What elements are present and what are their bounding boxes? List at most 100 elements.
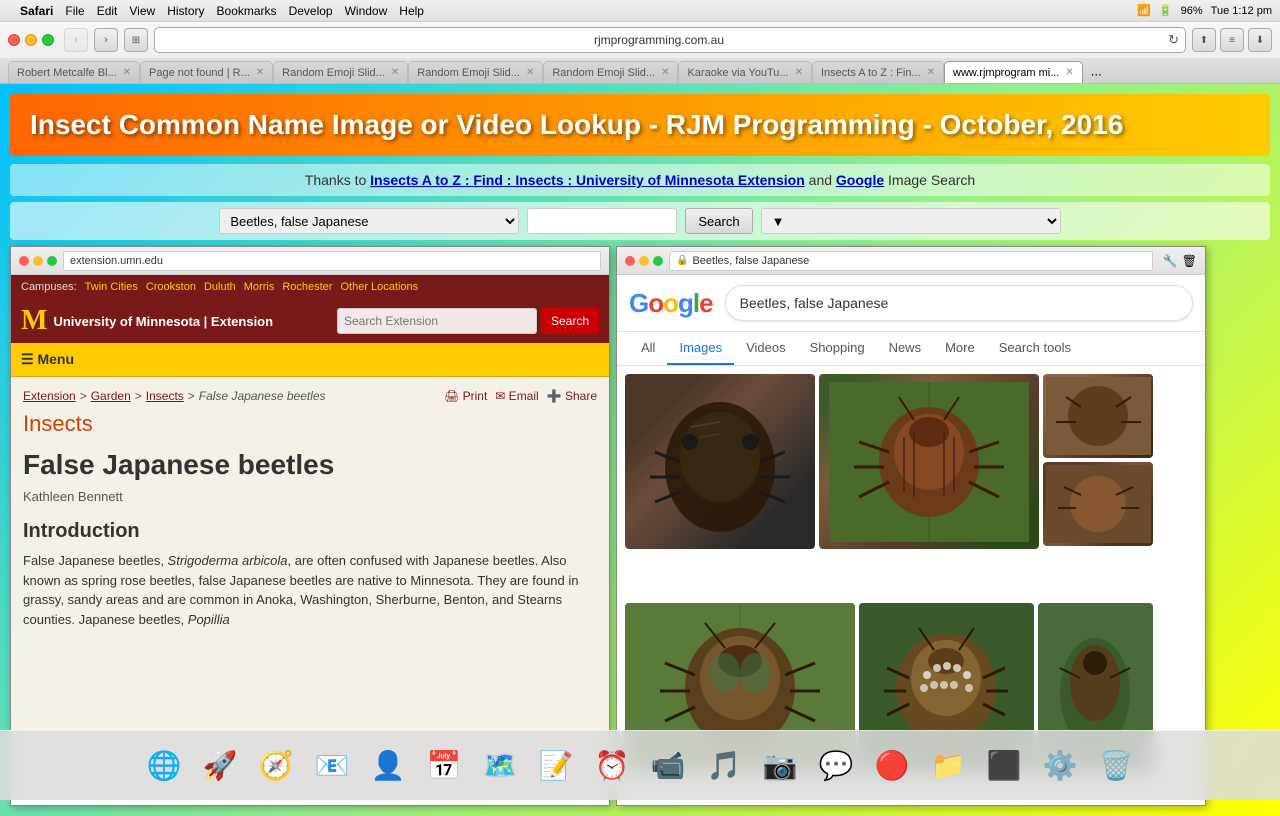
tab-0[interactable]: Robert Metcalfe Bl...✕ (8, 61, 140, 83)
dock-maps[interactable]: 🗺️ (474, 740, 526, 792)
dock-notes[interactable]: 📝 (530, 740, 582, 792)
tab-label: Random Emoji Slid... (282, 67, 385, 79)
dock-safari[interactable]: 🧭 (250, 740, 302, 792)
google-link[interactable]: Google (836, 172, 884, 188)
google-tab-more[interactable]: More (933, 332, 987, 365)
tab-2[interactable]: Random Emoji Slid... ✕ (273, 61, 408, 83)
print-action[interactable]: 🖨 Print (444, 389, 487, 403)
campus-crookston[interactable]: Crookston (146, 281, 196, 293)
dock-calendar[interactable]: 📅 (418, 740, 470, 792)
search-input[interactable] (527, 208, 677, 234)
google-search-box[interactable]: Beetles, false Japanese (725, 285, 1193, 321)
download-button[interactable]: ⬇ (1248, 28, 1272, 52)
tab-1[interactable]: Page not found | R...✕ (140, 61, 273, 83)
menu-file[interactable]: File (65, 4, 84, 18)
umn-menu-bar[interactable]: ☰ Menu (11, 343, 609, 377)
right-url-bar[interactable]: 🔒 Beetles, false Japanese (669, 251, 1153, 271)
breadcrumb-insects[interactable]: Insects (146, 389, 184, 403)
tab-view-button[interactable]: ⊞ (124, 28, 148, 52)
campus-other[interactable]: Other Locations (340, 281, 418, 293)
dock-messages[interactable]: 💬 (810, 740, 862, 792)
dock-music[interactable]: 🎵 (698, 740, 750, 792)
type-select[interactable]: ▼ (761, 208, 1061, 234)
right-mini-close[interactable] (625, 256, 635, 266)
tab-4[interactable]: Random Emoji Slid...✕ (543, 61, 678, 83)
google-tab-shopping[interactable]: Shopping (798, 332, 877, 365)
menu-bookmarks[interactable]: Bookmarks (217, 4, 277, 18)
url-bar[interactable]: rjmprogramming.com.au ↻ (154, 27, 1186, 53)
dock-chrome[interactable]: 🔴 (866, 740, 918, 792)
tab-close-3[interactable]: ✕ (526, 67, 534, 78)
minimize-button[interactable] (25, 34, 37, 46)
share-button[interactable]: ⬆ (1192, 28, 1216, 52)
menu-develop[interactable]: Develop (289, 4, 333, 18)
dock-contacts[interactable]: 👤 (362, 740, 414, 792)
tab-close-1[interactable]: ✕ (256, 67, 264, 78)
share-action[interactable]: ➕ Share (547, 389, 597, 403)
right-mini-fullscreen[interactable] (653, 256, 663, 266)
umn-link[interactable]: Insects A to Z : Find : Insects : Univer… (370, 172, 805, 188)
campus-twin-cities[interactable]: Twin Cities (85, 281, 138, 293)
umn-search-input[interactable] (337, 308, 537, 334)
tab-7[interactable]: www.rjmprogram mi...✕ (944, 61, 1083, 83)
left-url-bar[interactable]: extension.umn.edu (63, 251, 601, 271)
breadcrumb-garden[interactable]: Garden (91, 389, 131, 403)
campus-morris[interactable]: Morris (244, 281, 275, 293)
menu-safari[interactable]: Safari (20, 4, 53, 18)
google-tab-search-tools[interactable]: Search tools (987, 332, 1083, 365)
umn-search-button[interactable]: Search (541, 308, 599, 334)
tab-close-2[interactable]: ✕ (391, 67, 399, 78)
menu-window[interactable]: Window (345, 4, 388, 18)
dock-reminders[interactable]: ⏰ (586, 740, 638, 792)
dock-filezilla[interactable]: 📁 (922, 740, 974, 792)
campus-duluth[interactable]: Duluth (204, 281, 236, 293)
menu-view[interactable]: View (129, 4, 155, 18)
beetle-image-1[interactable] (625, 374, 815, 549)
beetle-image-4[interactable] (1043, 462, 1153, 546)
tab-5[interactable]: Karaoke via YouTu...✕ (678, 61, 812, 83)
dock-trash[interactable]: 🗑️ (1090, 740, 1142, 792)
email-action[interactable]: ✉ Email (495, 389, 538, 403)
dock-facetime[interactable]: 📹 (642, 740, 694, 792)
back-button[interactable]: ‹ (64, 28, 88, 52)
reader-button[interactable]: ≡ (1220, 28, 1244, 52)
dock-terminal[interactable]: ⬛ (978, 740, 1030, 792)
insect-select[interactable]: Beetles, false Japanese (219, 208, 519, 234)
dock-launchpad[interactable]: 🚀 (194, 740, 246, 792)
tab-close-7[interactable]: ✕ (1065, 67, 1073, 78)
dock-finder[interactable]: 🌐 (138, 740, 190, 792)
mini-close[interactable] (19, 256, 29, 266)
beetle-image-3[interactable] (1043, 374, 1153, 458)
tab-close-5[interactable]: ✕ (795, 67, 803, 78)
menu-edit[interactable]: Edit (97, 4, 118, 18)
tab-6[interactable]: Insects A to Z : Fin...✕ (812, 61, 944, 83)
beetle-image-2[interactable] (819, 374, 1039, 549)
google-tab-videos[interactable]: Videos (734, 332, 798, 365)
tab-close-6[interactable]: ✕ (927, 67, 935, 78)
article-author: Kathleen Bennett (23, 489, 597, 504)
fullscreen-button[interactable] (42, 34, 54, 46)
devtools-icon[interactable]: 🔧 (1163, 254, 1178, 268)
tab-close-0[interactable]: ✕ (123, 67, 131, 78)
right-mini-minimize[interactable] (639, 256, 649, 266)
dock-mail[interactable]: 📧 (306, 740, 358, 792)
google-tab-news[interactable]: News (877, 332, 934, 365)
google-tab-all[interactable]: All (629, 332, 667, 365)
campus-rochester[interactable]: Rochester (282, 281, 332, 293)
forward-button[interactable]: › (94, 28, 118, 52)
reload-button[interactable]: ↻ (1168, 32, 1179, 48)
tab-3[interactable]: Random Emoji Slid...✕ (408, 61, 543, 83)
tab-more[interactable]: ⋯ (1087, 66, 1106, 83)
delete-icon[interactable]: 🗑 (1182, 254, 1197, 268)
menu-history[interactable]: History (167, 4, 204, 18)
dock-settings[interactable]: ⚙️ (1034, 740, 1086, 792)
search-button[interactable]: Search (685, 208, 752, 234)
dock-photos[interactable]: 📷 (754, 740, 806, 792)
menu-help[interactable]: Help (399, 4, 424, 18)
google-tab-images[interactable]: Images (667, 332, 734, 365)
mini-fullscreen[interactable] (47, 256, 57, 266)
breadcrumb-extension[interactable]: Extension (23, 389, 76, 403)
mini-minimize[interactable] (33, 256, 43, 266)
tab-close-4[interactable]: ✕ (661, 67, 669, 78)
close-button[interactable] (8, 34, 20, 46)
